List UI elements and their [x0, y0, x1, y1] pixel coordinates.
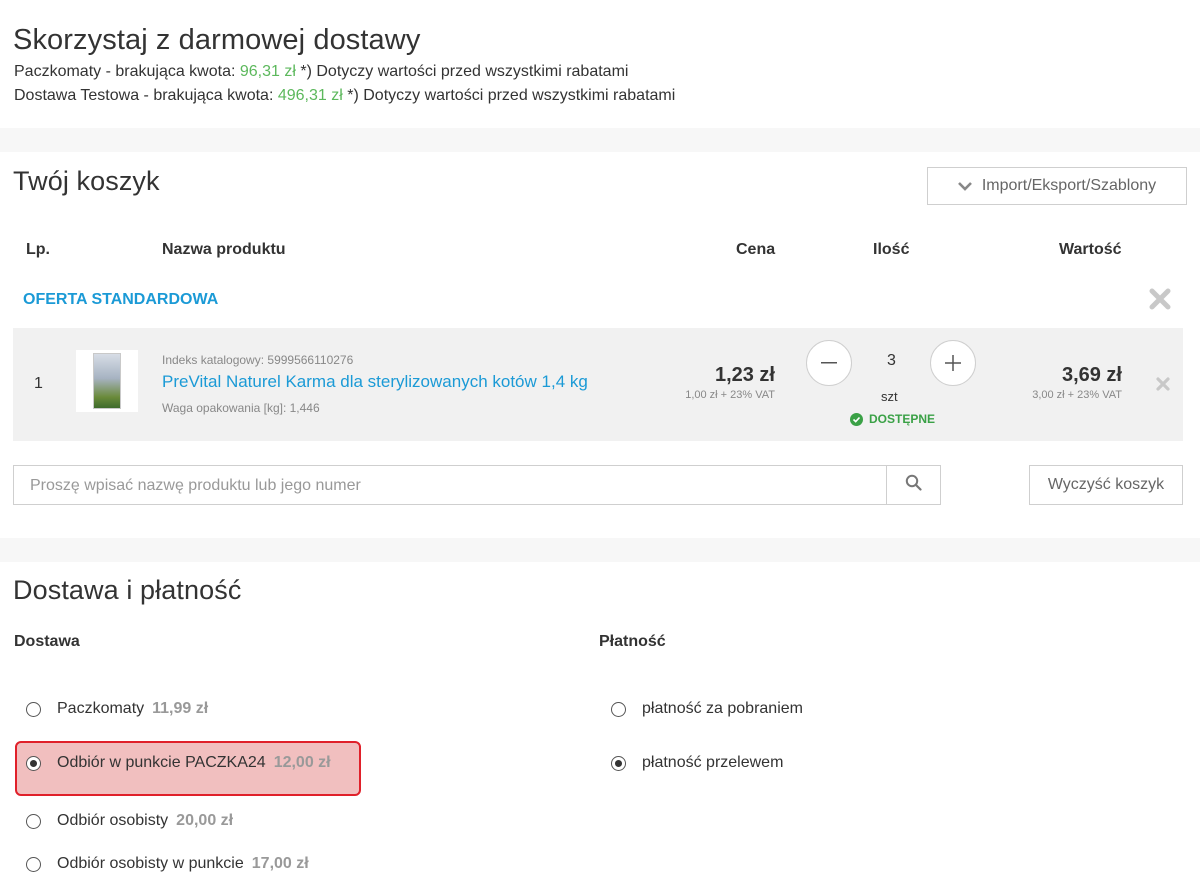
unit-price-vat: 1,00 zł + 23% VAT — [685, 389, 775, 401]
radio-button[interactable] — [611, 701, 626, 717]
clear-cart-button[interactable]: Wyczyść koszyk — [1029, 465, 1183, 505]
free-shipping-line-2: Dostawa Testowa - brakująca kwota: 496,3… — [14, 87, 676, 104]
payment-heading: Płatność — [599, 633, 666, 650]
product-link[interactable]: PreVital Naturel Karma dla sterylizowany… — [162, 372, 588, 392]
check-circle-icon — [850, 412, 863, 426]
payment-option-pobranie[interactable]: płatność za pobraniem — [611, 700, 803, 718]
remove-item-icon[interactable] — [1156, 377, 1170, 396]
import-export-button[interactable]: Import/Eksport/Szablony — [927, 167, 1187, 205]
shipping-option-paczkomaty[interactable]: Paczkomaty 11,99 zł — [26, 700, 208, 718]
shipping-option-odbior-osobisty[interactable]: Odbiór osobisty 20,00 zł — [26, 812, 233, 830]
search-icon — [905, 474, 922, 496]
remove-group-icon[interactable] — [1149, 288, 1171, 310]
shipping-option-odbior-w-punkcie[interactable]: Odbiór osobisty w punkcie 17,00 zł — [26, 855, 309, 873]
increase-quantity-button[interactable] — [930, 340, 976, 386]
chevron-down-icon — [957, 181, 972, 191]
payment-option-przelew[interactable]: płatność przelewem — [611, 754, 783, 772]
package-weight: Waga opakowania [kg]: 1,446 — [162, 401, 320, 415]
offer-group-label: OFERTA STANDARDOWA — [23, 291, 219, 308]
row-value-vat: 3,00 zł + 23% VAT — [1032, 389, 1122, 401]
unit-price: 1,23 zł — [714, 364, 775, 386]
radio-button[interactable] — [26, 701, 41, 717]
cart-section: Twój koszyk Import/Eksport/Szablony Lp. … — [0, 152, 1200, 538]
row-number: 1 — [34, 375, 43, 392]
free-shipping-section: Skorzystaj z darmowej dostawy Paczkomaty… — [0, 0, 1200, 128]
delivery-payment-section: Dostawa i płatność Dostawa Płatność Pacz… — [0, 562, 1200, 894]
column-lp: Lp. — [26, 241, 50, 258]
availability-status: DOSTĘPNE — [850, 412, 935, 426]
shipping-heading: Dostawa — [14, 633, 80, 650]
column-value: Wartość — [1059, 241, 1122, 258]
radio-button[interactable] — [26, 813, 41, 829]
missing-amount: 96,31 zł — [239, 63, 296, 80]
cart-row: 1 Indeks katalogowy: 5999566110276 PreVi… — [13, 328, 1183, 441]
column-quantity: Ilość — [873, 241, 910, 258]
decrease-quantity-button[interactable] — [806, 340, 852, 386]
product-image[interactable] — [76, 350, 138, 412]
search-button[interactable] — [886, 466, 940, 504]
shipping-option-paczka24[interactable]: Odbiór w punkcie PACZKA24 12,00 zł — [26, 754, 331, 772]
quantity-unit: szt — [881, 389, 898, 404]
quantity-value[interactable]: 3 — [887, 352, 896, 370]
column-price: Cena — [736, 241, 776, 258]
missing-amount: 496,31 zł — [277, 87, 343, 104]
column-name: Nazwa produktu — [162, 241, 286, 258]
catalog-index: Indeks katalogowy: 5999566110276 — [162, 353, 354, 367]
delivery-title: Dostawa i płatność — [13, 575, 242, 605]
radio-button-selected[interactable] — [611, 755, 626, 771]
radio-button[interactable] — [26, 856, 41, 872]
free-shipping-line-1: Paczkomaty - brakująca kwota: 96,31 zł *… — [14, 63, 629, 80]
radio-button-selected[interactable] — [26, 755, 41, 771]
free-shipping-title: Skorzystaj z darmowej dostawy — [13, 24, 421, 56]
row-value: 3,69 zł — [1061, 364, 1122, 386]
search-input[interactable]: Proszę wpisać nazwę produktu lub jego nu… — [30, 477, 361, 495]
cart-title: Twój koszyk — [13, 166, 160, 196]
product-search: Proszę wpisać nazwę produktu lub jego nu… — [13, 465, 941, 505]
